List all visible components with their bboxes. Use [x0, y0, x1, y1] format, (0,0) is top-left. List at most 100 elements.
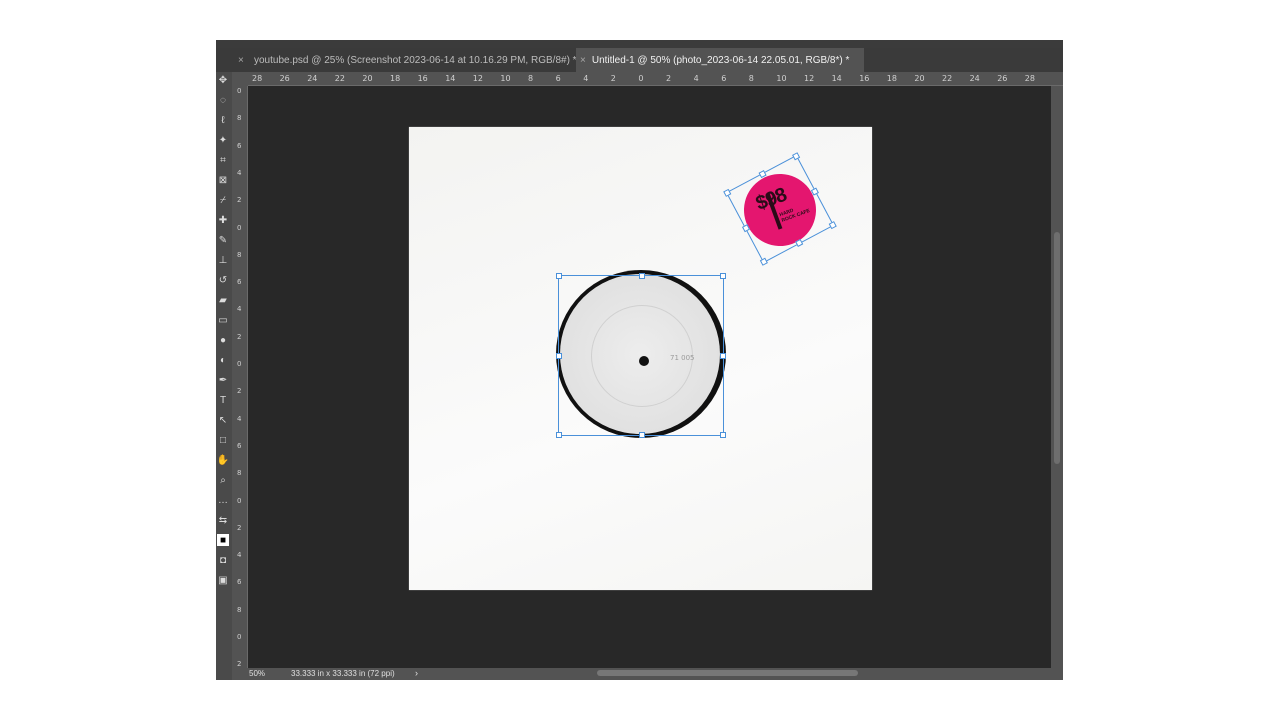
ruler-tick-label: 20 [914, 74, 925, 83]
ruler-tick-label: 8 [237, 605, 242, 614]
vertical-scrollbar[interactable] [1051, 86, 1063, 668]
transform-handle[interactable] [639, 432, 645, 438]
transform-handle[interactable] [810, 187, 819, 196]
ruler-tick-label: 16 [417, 74, 428, 83]
move-icon[interactable]: ✥ [217, 74, 229, 86]
zoom-icon[interactable]: ⌕ [217, 474, 229, 486]
transform-handle[interactable] [556, 353, 562, 359]
transform-handle[interactable] [741, 224, 751, 233]
ruler-tick-label: 24 [307, 74, 318, 83]
dodge-icon[interactable]: ◐ [217, 354, 229, 366]
ruler-tick-label: 8 [237, 250, 242, 259]
marquee-icon[interactable]: ◌ [217, 94, 229, 106]
lasso-icon[interactable]: ℓ [217, 114, 229, 126]
more-icon[interactable]: … [217, 494, 229, 506]
transform-handle[interactable] [795, 238, 804, 248]
blur-icon[interactable]: ● [217, 334, 229, 346]
transform-handle[interactable] [720, 353, 726, 359]
close-tab-icon[interactable]: × [238, 55, 244, 66]
title-strip [216, 40, 1063, 48]
ruler-tick-label: 2 [237, 387, 242, 396]
pen-icon[interactable]: ✒ [217, 374, 229, 386]
brush-icon[interactable]: ✎ [217, 234, 229, 246]
ruler-tick-label: 4 [237, 551, 242, 560]
ruler-tick-label: 26 [997, 74, 1008, 83]
tools-panel: ✥ ◌ ℓ ✦ ⌗ ⊠ ⌿ ✚ ✎ ⊥ ↺ ▰ ▭ ● ◐ ✒ T ↖ □ ✋ ⌕ … ⇆ ■ ◘ ▣ [216, 72, 232, 680]
ruler-tick-label: 4 [693, 74, 699, 83]
ruler-tick-label: 6 [555, 74, 561, 83]
zoom-level[interactable]: 50% [249, 669, 265, 678]
transform-handle[interactable] [720, 432, 726, 438]
transform-bounding-box[interactable] [556, 273, 726, 438]
screen-mode-icon[interactable]: ▣ [217, 574, 229, 586]
ruler-tick-label: 16 [859, 74, 870, 83]
ruler-tick-label: 10 [500, 74, 511, 83]
ruler-tick-label: 12 [472, 74, 483, 83]
ruler-tick-label: 20 [362, 74, 373, 83]
tab-youtube-psd[interactable]: × youtube.psd @ 25% (Screenshot 2023-06-… [238, 48, 577, 72]
eyedropper-icon[interactable]: ⌿ [217, 194, 229, 206]
horizontal-ruler: 28 26 24 22 20 18 16 14 12 10 8 6 4 2 0 2 4 6 8 10 12 14 16 18 2… [248, 72, 1063, 86]
scrollbar-thumb[interactable] [1054, 232, 1060, 464]
ruler-tick-label: 8 [528, 74, 534, 83]
ruler-tick-label: 4 [237, 305, 242, 314]
ruler-tick-label: 28 [1024, 74, 1035, 83]
ruler-tick-label: 0 [237, 87, 242, 95]
magic-wand-icon[interactable]: ✦ [217, 134, 229, 146]
ruler-tick-label: 14 [445, 74, 456, 83]
vertical-ruler: 0864208642024680246802 [232, 86, 248, 668]
transform-handle[interactable] [720, 273, 726, 279]
quick-mask-icon[interactable]: ◘ [217, 554, 229, 566]
ruler-tick-label: 4 [583, 74, 589, 83]
transform-handle[interactable] [556, 273, 562, 279]
rectangle-icon[interactable]: □ [217, 434, 229, 446]
path-select-icon[interactable]: ↖ [217, 414, 229, 426]
ruler-tick-label: 22 [334, 74, 345, 83]
document-info: 33.333 in x 33.333 in (72 ppi) [291, 669, 395, 678]
ruler-tick-label: 2 [237, 523, 242, 532]
ruler-tick-label: 18 [886, 74, 897, 83]
ruler-tick-label: 0 [237, 496, 242, 505]
stamp-icon[interactable]: ⊥ [217, 254, 229, 266]
ruler-tick-label: 0 [237, 223, 242, 232]
transform-handle[interactable] [723, 188, 732, 197]
ruler-tick-label: 6 [237, 141, 242, 150]
eraser-icon[interactable]: ▰ [217, 294, 229, 306]
horizontal-scrollbar-thumb[interactable] [597, 670, 858, 676]
swap-colors-icon[interactable]: ⇆ [217, 514, 229, 526]
price-sticker-layer[interactable]: $98 HARD ROCK CAFE [723, 152, 837, 266]
ruler-corner [232, 72, 248, 86]
ruler-tick-label: 4 [237, 168, 242, 177]
transform-handle[interactable] [639, 273, 645, 279]
ruler-tick-label: 6 [237, 441, 242, 450]
transform-handle[interactable] [556, 432, 562, 438]
tab-untitled-1[interactable]: × Untitled-1 @ 50% (photo_2023-06-14 22.… [576, 48, 864, 72]
ruler-tick-label: 22 [942, 74, 953, 83]
gradient-icon[interactable]: ▭ [217, 314, 229, 326]
ruler-tick-label: 8 [237, 114, 242, 123]
type-icon[interactable]: T [217, 394, 229, 406]
ruler-tick-label: 2 [610, 74, 616, 83]
ruler-tick-label: 12 [804, 74, 815, 83]
ruler-tick-label: 26 [279, 74, 290, 83]
ruler-tick-label: 2 [666, 74, 672, 83]
transform-handle[interactable] [758, 170, 767, 179]
hand-icon[interactable]: ✋ [217, 454, 229, 466]
colors-icon[interactable]: ■ [217, 534, 229, 546]
crop-icon[interactable]: ⌗ [217, 154, 229, 166]
document-tabs: × youtube.psd @ 25% (Screenshot 2023-06-… [216, 48, 1063, 72]
status-menu-arrow-icon[interactable]: › [415, 668, 418, 678]
history-brush-icon[interactable]: ↺ [217, 274, 229, 286]
ruler-tick-label: 0 [237, 633, 242, 641]
sticker-transform-box[interactable] [723, 152, 837, 266]
close-tab-icon[interactable]: × [580, 55, 586, 66]
ruler-tick-label: 8 [237, 469, 242, 478]
tab-label: Untitled-1 @ 50% (photo_2023-06-14 22.05… [591, 54, 850, 66]
healing-icon[interactable]: ✚ [217, 214, 229, 226]
frame-icon[interactable]: ⊠ [217, 174, 229, 186]
ruler-tick-label: 24 [969, 74, 980, 83]
ruler-tick-label: 14 [831, 74, 842, 83]
ruler-tick-label: 6 [721, 74, 727, 83]
ruler-tick-label: 6 [237, 578, 242, 587]
ruler-tick-label: 0 [237, 360, 242, 368]
